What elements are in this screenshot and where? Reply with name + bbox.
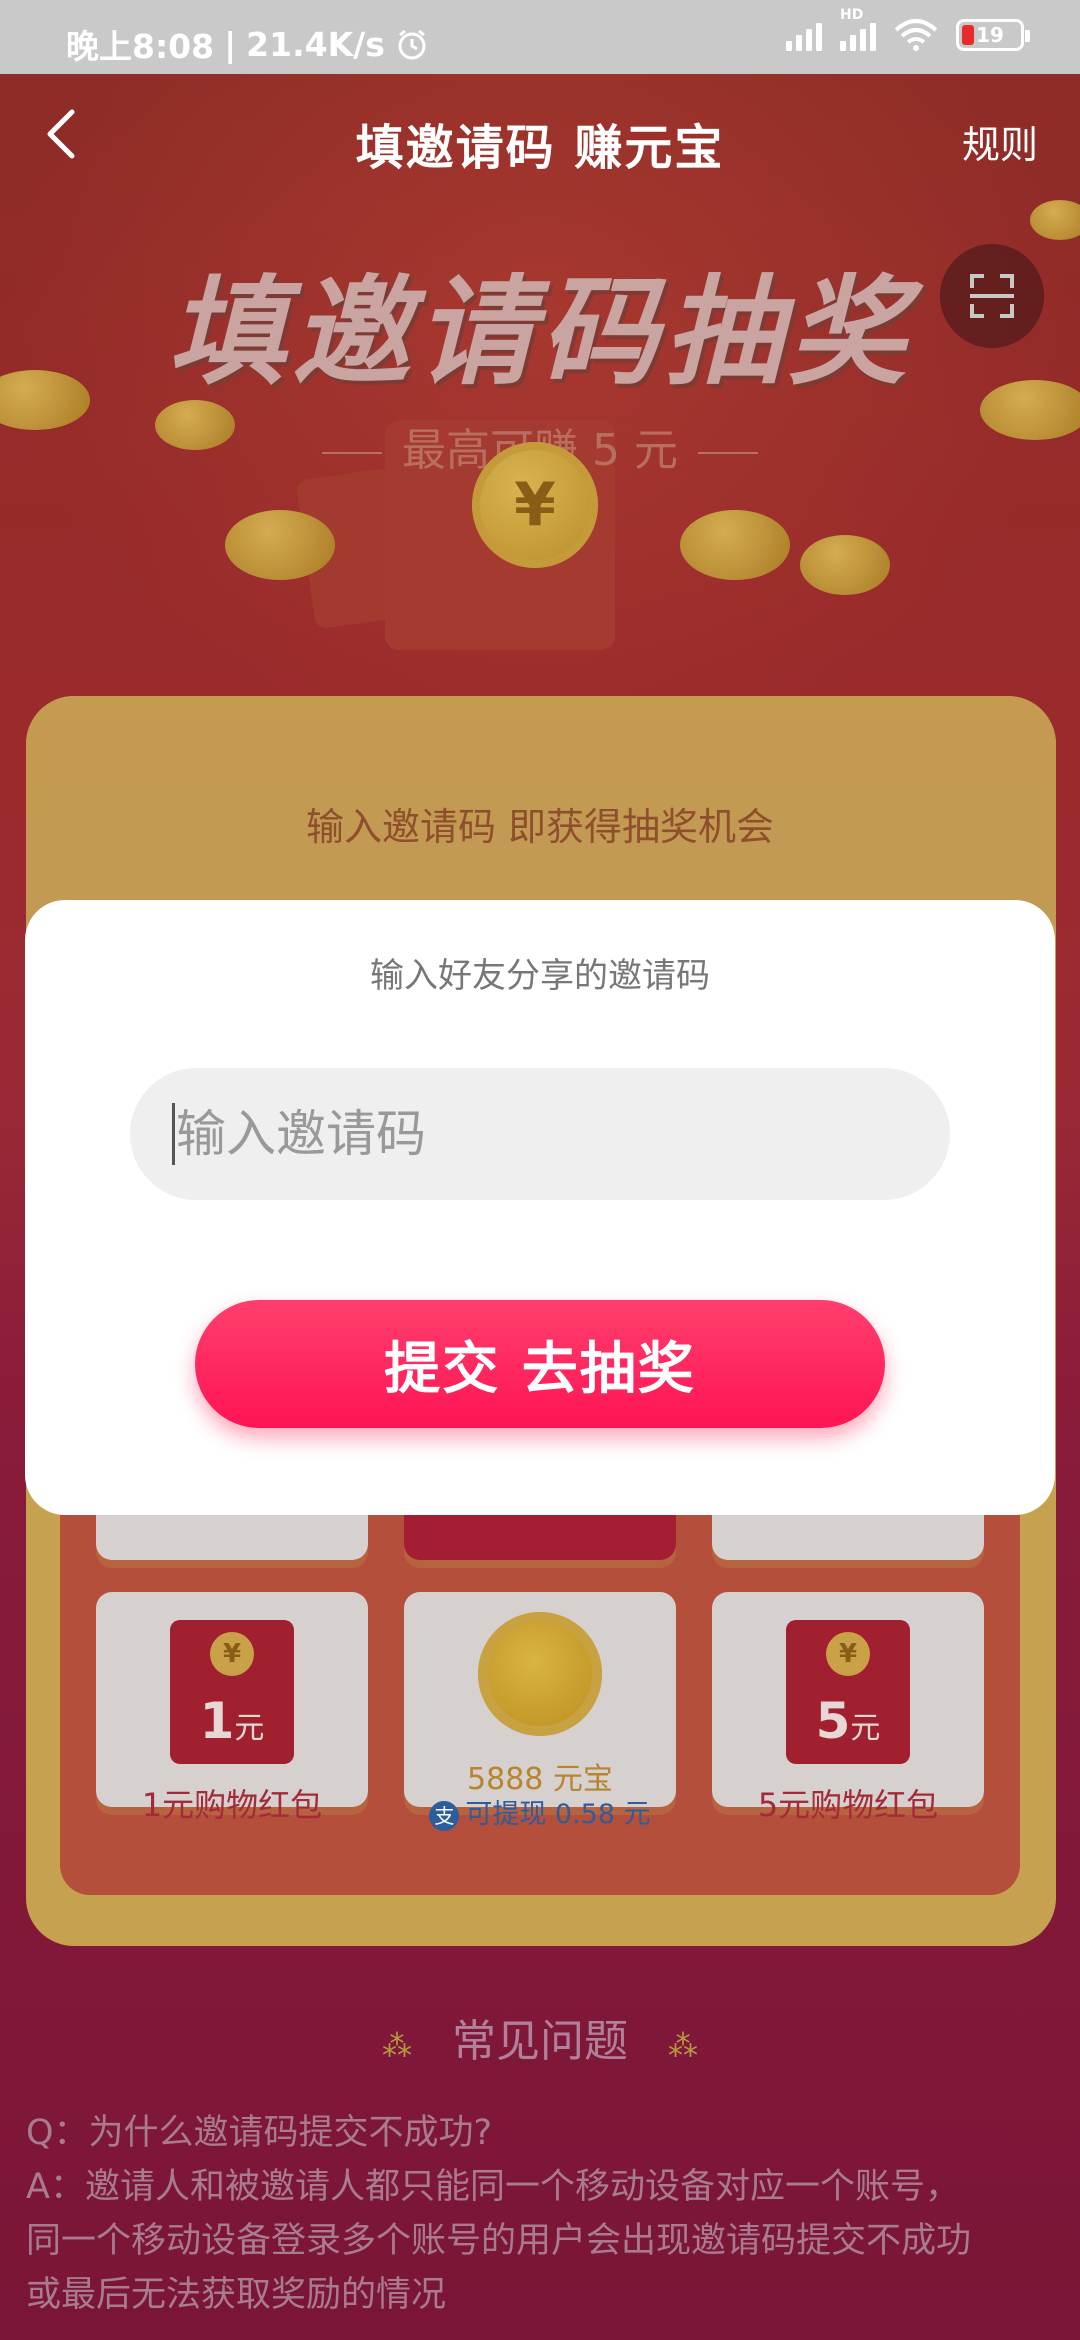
status-right: HD 19 bbox=[786, 7, 1030, 52]
faq-title-text: 常见问题 bbox=[452, 2016, 628, 2067]
gold-ingot-decoration-right bbox=[680, 510, 790, 580]
red-packet-icon: ¥ 1元 bbox=[170, 1620, 294, 1764]
status-bar: 晚上8:08 | 21.4K/s HD 19 bbox=[0, 0, 1080, 74]
submit-lottery-button[interactable]: 提交 去抽奖 bbox=[195, 1300, 885, 1428]
yen-badge: ¥ bbox=[210, 1632, 254, 1676]
prize-label: 5元购物红包 bbox=[757, 1786, 939, 1824]
alipay-icon: 支 bbox=[429, 1800, 460, 1831]
withdraw-note: 支可提现 0.58 元 bbox=[404, 1792, 676, 1831]
network-type-label: HD bbox=[840, 7, 864, 23]
rules-link[interactable]: 规则 bbox=[962, 114, 1038, 169]
yen-coin-icon: ¥ bbox=[472, 442, 598, 568]
status-time: 晚上8:08 bbox=[66, 27, 215, 66]
dialog-title: 输入好友分享的邀请码 bbox=[370, 956, 710, 996]
gold-coin-icon bbox=[478, 1612, 602, 1736]
red-packet-amount: 5元 bbox=[786, 1692, 910, 1750]
status-network-speed: 21.4K/s bbox=[246, 24, 385, 64]
faq-question: Q：为什么邀请码提交不成功? bbox=[26, 2113, 493, 2153]
banner-title: 填邀请码抽奖 bbox=[167, 263, 912, 401]
prize-amount: 1 bbox=[199, 1692, 235, 1750]
prize-item-5yuan: ¥ 5元 5元购物红包 bbox=[712, 1592, 984, 1824]
yen-badge: ¥ bbox=[826, 1632, 870, 1676]
prize-unit: 元 bbox=[234, 1711, 265, 1746]
withdraw-text: 可提现 0.58 元 bbox=[465, 1799, 651, 1830]
faq-answer-line-1: A：邀请人和被邀请人都只能同一个移动设备对应一个账号， bbox=[26, 2167, 960, 2207]
gold-ingot-decoration-far-right bbox=[800, 535, 890, 595]
status-left: 晚上8:08 | 21.4K/s bbox=[66, 20, 429, 68]
red-packet-icon: ¥ 5元 bbox=[786, 1620, 910, 1764]
invite-code-dialog: 输入好友分享的邀请码 提交 去抽奖 bbox=[25, 900, 1055, 1515]
alarm-icon bbox=[398, 29, 426, 60]
status-separator: | bbox=[224, 24, 237, 64]
page-title: 填邀请码 赚元宝 bbox=[355, 120, 725, 176]
signal-icon bbox=[786, 19, 822, 51]
faq-answer-line-3: 或最后无法获取奖励的情况 bbox=[26, 2275, 447, 2315]
sparkle-icon: ⁂ bbox=[382, 2029, 412, 2064]
wifi-icon bbox=[894, 19, 938, 51]
signal-hd-icon: HD bbox=[840, 7, 876, 51]
prize-item-yuanbao: 5888 元宝 支可提现 0.58 元 bbox=[404, 1592, 676, 1831]
text-caret bbox=[172, 1103, 175, 1165]
gold-ingot-decoration-left bbox=[225, 510, 335, 580]
faq-title: ⁂ 常见问题 ⁂ bbox=[0, 2005, 1080, 2069]
card-headline: 输入邀请码 即获得抽奖机会 bbox=[305, 805, 775, 849]
invite-code-input[interactable] bbox=[130, 1068, 950, 1200]
sparkle-icon: ⁂ bbox=[668, 2029, 698, 2064]
prize-item-1yuan: ¥ 1元 1元购物红包 bbox=[96, 1592, 368, 1824]
prize-unit: 元 bbox=[850, 1711, 881, 1746]
prize-amount: 5 bbox=[815, 1692, 851, 1750]
prize-label: 1元购物红包 bbox=[141, 1786, 323, 1824]
battery-icon: 19 bbox=[956, 19, 1030, 51]
scan-button[interactable] bbox=[940, 244, 1044, 348]
faq-answer-line-2: 同一个移动设备登录多个账号的用户会出现邀请码提交不成功 bbox=[26, 2221, 972, 2261]
scan-icon bbox=[970, 274, 1014, 318]
battery-level: 19 bbox=[976, 23, 1004, 47]
red-packet-amount: 1元 bbox=[170, 1692, 294, 1750]
